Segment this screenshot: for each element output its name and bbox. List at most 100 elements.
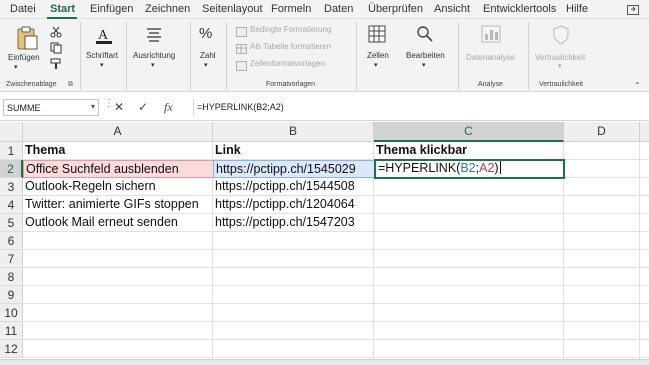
tab-start[interactable]: Start xyxy=(50,3,75,15)
sensitivity-dropdown-icon[interactable]: ▾ xyxy=(558,62,562,70)
cell-a3[interactable]: Outlook-Regeln sichern xyxy=(23,178,213,196)
formula-ref-a2: A2 xyxy=(479,161,495,175)
row-header-7[interactable]: 7 xyxy=(0,250,23,268)
tab-datei[interactable]: Datei xyxy=(10,3,36,15)
cells-dropdown-icon[interactable]: ▾ xyxy=(374,61,378,69)
formula-bar: SUMME ▾ ⋮ ✕ ✓ fx =HYPERLINK(B2;A2) xyxy=(0,93,649,121)
align-icon[interactable] xyxy=(145,26,163,49)
cell-a5[interactable]: Outlook Mail erneut senden xyxy=(23,214,213,232)
tab-daten[interactable]: Daten xyxy=(324,3,353,15)
tab-seitenlayout[interactable]: Seitenlayout xyxy=(202,3,263,15)
number-dropdown-icon[interactable]: ▾ xyxy=(204,61,208,69)
font-dropdown-icon[interactable]: ▾ xyxy=(100,61,104,69)
ribbon-separator xyxy=(458,22,459,90)
spreadsheet-grid: A B C D 1 2 3 4 5 6 7 8 9 10 11 12 Thema… xyxy=(0,122,649,365)
select-all-corner[interactable] xyxy=(0,122,23,142)
svg-text:A: A xyxy=(98,28,109,43)
formula-ref-b2: B2 xyxy=(460,161,476,175)
row-header-3[interactable]: 3 xyxy=(0,178,23,196)
insert-function-icon[interactable]: fx xyxy=(164,100,173,115)
enter-icon[interactable]: ✓ xyxy=(138,100,148,114)
tab-einfuegen[interactable]: Einfügen xyxy=(90,3,133,15)
number-label[interactable]: Zahl xyxy=(200,51,216,60)
sensitivity-label[interactable]: Vertraulichkeit xyxy=(535,53,585,62)
formula-input[interactable]: =HYPERLINK(B2;A2) xyxy=(193,99,645,116)
column-header-c[interactable]: C xyxy=(374,122,564,142)
alignment-label[interactable]: Ausrichtung xyxy=(133,51,175,60)
cancel-icon[interactable]: ✕ xyxy=(114,100,124,114)
alignment-dropdown-icon[interactable]: ▾ xyxy=(151,61,155,69)
cell-a1[interactable]: Thema xyxy=(23,142,213,160)
ribbon-separator xyxy=(190,22,191,90)
tab-ueberpruefen[interactable]: Überprüfen xyxy=(368,3,423,15)
cell-b2[interactable]: https://pctipp.ch/1545029 xyxy=(213,160,375,178)
tab-formeln[interactable]: Formeln xyxy=(271,3,311,15)
clipboard-launcher-icon[interactable]: ⧉ xyxy=(68,81,73,89)
ribbon: Einfügen ▾ Zwischenablage ⧉ A Schriftart… xyxy=(0,19,649,92)
column-header-b[interactable]: B xyxy=(213,122,374,142)
cell-c2-editing[interactable]: =HYPERLINK(B2;A2) xyxy=(374,159,565,179)
find-icon[interactable] xyxy=(416,25,434,48)
sheet-tab-bar[interactable] xyxy=(0,359,649,365)
percent-icon[interactable]: % xyxy=(199,25,212,42)
format-painter-icon[interactable] xyxy=(50,57,62,75)
text-cursor xyxy=(499,161,501,174)
analyze-data-icon[interactable] xyxy=(481,25,501,48)
cell-styles-label[interactable]: Zellenformatvorlagen xyxy=(250,59,325,68)
clipboard-group-title: Zwischenablage xyxy=(6,81,57,88)
paste-icon[interactable] xyxy=(14,25,40,56)
tab-hilfe[interactable]: Hilfe xyxy=(566,3,588,15)
table-format-icon[interactable] xyxy=(236,41,247,59)
cell-styles-icon[interactable] xyxy=(236,58,247,76)
tab-entwicklertools[interactable]: Entwicklertools xyxy=(483,3,556,15)
paste-dropdown-icon[interactable]: ▾ xyxy=(14,63,18,71)
conditional-format-label[interactable]: Bedingte Formatierung xyxy=(250,25,331,34)
sensitivity-icon[interactable] xyxy=(552,25,570,50)
row-header-6[interactable]: 6 xyxy=(0,232,23,250)
cell-a2[interactable]: Office Suchfeld ausblenden xyxy=(23,160,214,178)
row-header-8[interactable]: 8 xyxy=(0,268,23,286)
cell-c1[interactable]: Thema klickbar xyxy=(374,142,564,160)
cell-b4[interactable]: https://pctipp.ch/1204064 xyxy=(213,196,374,214)
name-box-dropdown-icon[interactable]: ▾ xyxy=(91,102,95,111)
name-box[interactable]: SUMME ▾ xyxy=(3,99,99,116)
sensitivity-group-title: Vertraulichkeit xyxy=(539,81,583,88)
cells-icon[interactable] xyxy=(368,25,386,48)
table-format-label[interactable]: Als Tabelle formatieren xyxy=(250,42,331,51)
tab-zeichnen[interactable]: Zeichnen xyxy=(145,3,190,15)
editing-dropdown-icon[interactable]: ▾ xyxy=(422,61,426,69)
row-header-4[interactable]: 4 xyxy=(0,196,23,214)
paste-label[interactable]: Einfügen xyxy=(8,53,40,62)
row-header-5[interactable]: 5 xyxy=(0,214,23,232)
row-header-11[interactable]: 11 xyxy=(0,322,23,340)
cell-b5[interactable]: https://pctipp.ch/1547203 xyxy=(213,214,374,232)
ribbon-separator xyxy=(126,22,127,90)
collapse-ribbon-icon[interactable]: ⌃ xyxy=(634,81,641,90)
editing-label[interactable]: Bearbeiten xyxy=(406,51,445,60)
row-header-12[interactable]: 12 xyxy=(0,340,23,358)
analyze-group-title: Analyse xyxy=(478,81,503,88)
row-header-2[interactable]: 2 xyxy=(0,160,23,178)
conditional-format-icon[interactable] xyxy=(236,24,247,42)
ribbon-separator xyxy=(356,22,357,90)
cell-b1[interactable]: Link xyxy=(213,142,374,160)
more-options-icon[interactable]: ⋮ xyxy=(104,98,114,109)
styles-group-title: Formatvorlagen xyxy=(266,81,316,88)
formula-prefix: =HYPERLINK( xyxy=(378,161,461,175)
cell-a4[interactable]: Twitter: animierte GIFs stoppen xyxy=(23,196,213,214)
row-header-10[interactable]: 10 xyxy=(0,304,23,322)
column-header-e[interactable] xyxy=(640,122,649,142)
column-header-a[interactable]: A xyxy=(23,122,213,142)
cells-label[interactable]: Zellen xyxy=(367,51,389,60)
ribbon-separator xyxy=(528,22,529,90)
font-label[interactable]: Schriftart xyxy=(86,51,118,60)
ribbon-separator xyxy=(226,22,227,90)
analyze-data-label[interactable]: Datenanalyse xyxy=(466,53,515,62)
tab-ansicht[interactable]: Ansicht xyxy=(434,3,470,15)
cell-b3[interactable]: https://pctipp.ch/1544508 xyxy=(213,178,374,196)
formula-suffix: ) xyxy=(494,161,499,175)
row-header-9[interactable]: 9 xyxy=(0,286,23,304)
font-color-icon[interactable]: A xyxy=(94,25,114,52)
column-header-d[interactable]: D xyxy=(564,122,640,142)
row-header-1[interactable]: 1 xyxy=(0,142,23,160)
